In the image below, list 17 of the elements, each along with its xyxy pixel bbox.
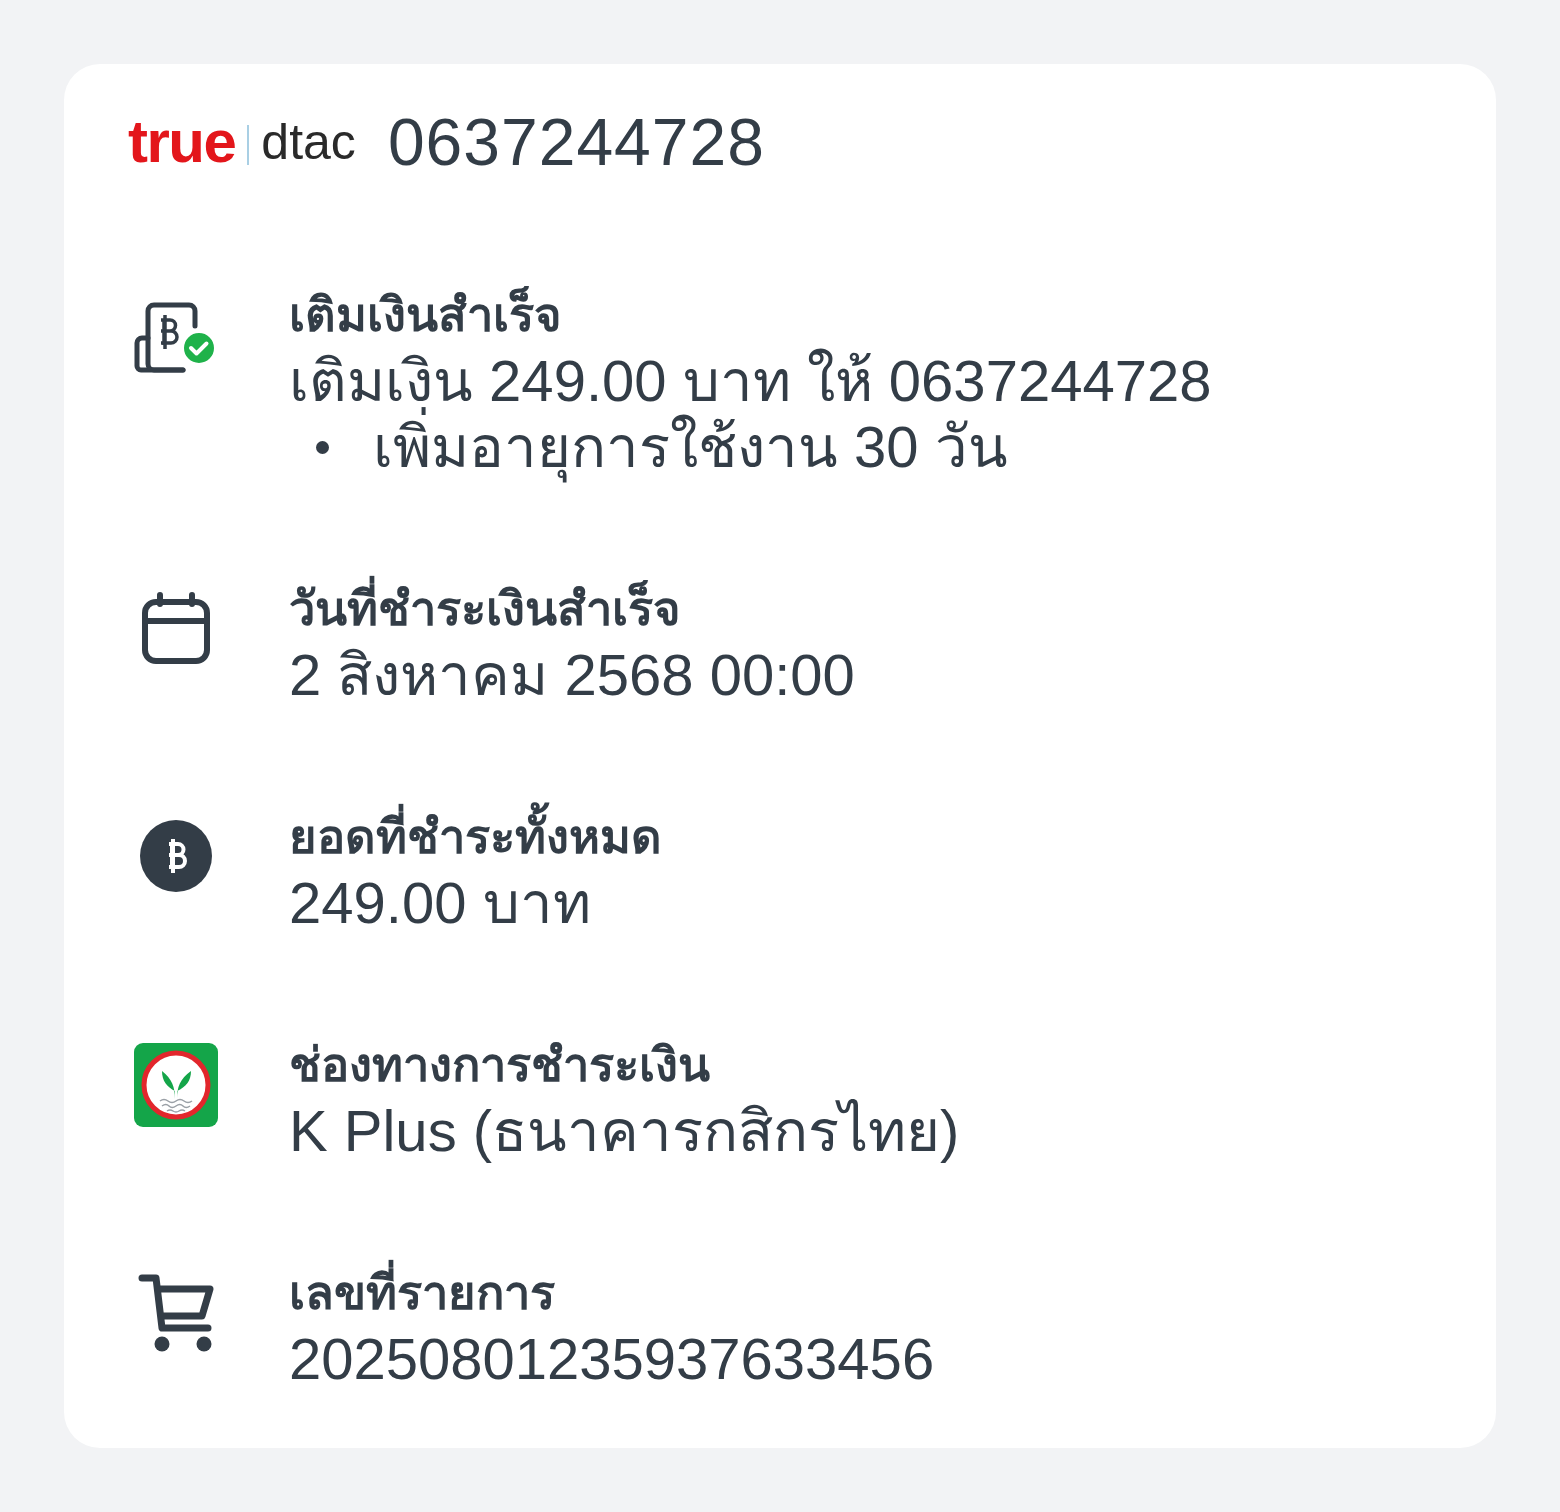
- cart-icon: [136, 1272, 216, 1352]
- logo-secondary-text: dtac: [261, 117, 356, 167]
- phone-number: 0637244728: [387, 109, 765, 175]
- logo-primary-text: true: [128, 112, 236, 172]
- detail-value: 20250801235937633456: [289, 1326, 935, 1392]
- detail-title: วันที่ชำระเงินสำเร็จ: [289, 576, 681, 642]
- bullet-icon: [316, 440, 329, 454]
- detail-title: เลขที่รายการ: [289, 1260, 555, 1326]
- detail-value: 249.00 บาท: [289, 870, 591, 936]
- detail-title: เติมเงินสำเร็จ: [289, 285, 562, 343]
- detail-title: ยอดที่ชำระทั้งหมด: [289, 804, 662, 870]
- calendar-icon: [142, 592, 210, 664]
- detail-title: ช่องทางการชำระเงิน: [289, 1037, 710, 1093]
- detail-value: K Plus (ธนาคารกสิกรไทย): [289, 1098, 960, 1164]
- detail-value: 2 สิงหาคม 2568 00:00: [289, 642, 855, 708]
- baht-coin-icon: [140, 820, 212, 892]
- leaf-emblem-icon: [134, 1043, 218, 1127]
